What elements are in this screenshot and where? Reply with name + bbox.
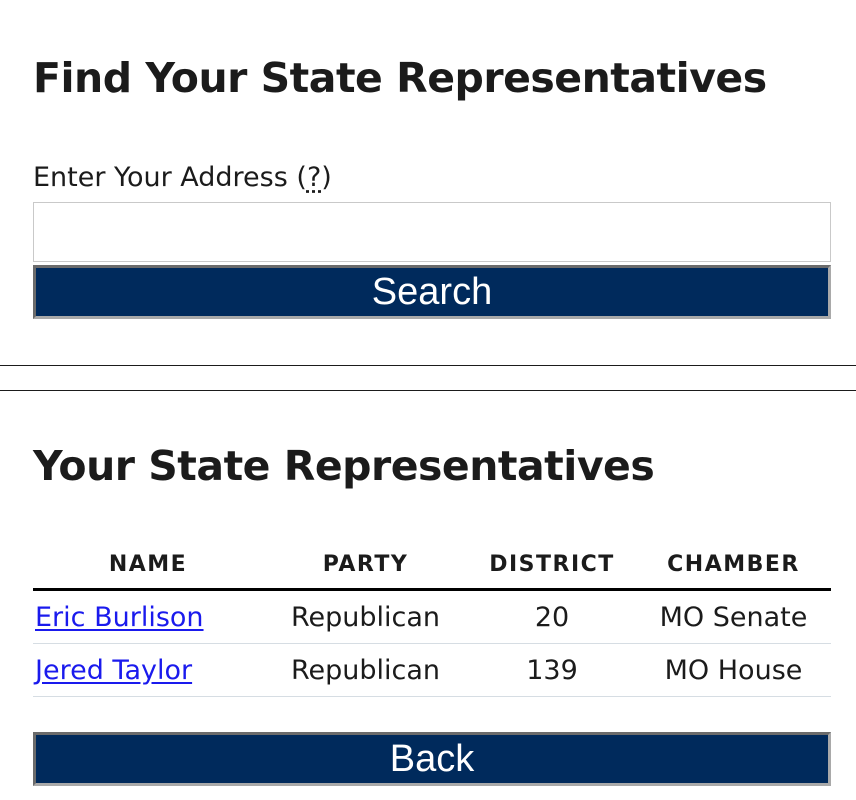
chamber-cell: MO House: [636, 643, 831, 697]
name-cell: Jered Taylor: [33, 643, 263, 697]
representative-link[interactable]: Jered Taylor: [35, 655, 192, 686]
address-help-link[interactable]: ?: [307, 162, 321, 193]
find-title: Find Your State Representatives: [33, 54, 767, 102]
district-cell: 139: [468, 643, 636, 697]
table-row: Jered Taylor Republican 139 MO House: [33, 643, 831, 697]
column-header-party: PARTY: [263, 540, 468, 591]
column-header-name: NAME: [33, 540, 263, 591]
district-cell: 20: [468, 589, 636, 644]
party-cell: Republican: [263, 643, 468, 697]
name-cell: Eric Burlison: [33, 589, 263, 644]
representative-link[interactable]: Eric Burlison: [35, 602, 204, 633]
page: Find Your State Representatives Enter Yo…: [0, 0, 856, 800]
chamber-cell: MO Senate: [636, 589, 831, 644]
divider-top: [0, 365, 856, 366]
address-label: Enter Your Address (?): [33, 160, 332, 196]
results-title: Your State Representatives: [33, 442, 655, 490]
help-paren-open: (: [296, 162, 307, 193]
representatives-table: NAME PARTY DISTRICT CHAMBER Eric Burliso…: [33, 540, 831, 697]
table-row: Eric Burlison Republican 20 MO Senate: [33, 589, 831, 644]
divider-bottom: [0, 390, 856, 391]
address-label-text: Enter Your Address: [33, 162, 297, 193]
help-paren-close: ): [321, 162, 332, 193]
column-header-chamber: CHAMBER: [636, 540, 831, 591]
column-header-district: DISTRICT: [468, 540, 636, 591]
party-cell: Republican: [263, 589, 468, 644]
search-button[interactable]: Search: [33, 265, 831, 319]
address-input[interactable]: [33, 202, 831, 262]
table-header-row: NAME PARTY DISTRICT CHAMBER: [33, 540, 831, 591]
back-button[interactable]: Back: [33, 732, 831, 786]
